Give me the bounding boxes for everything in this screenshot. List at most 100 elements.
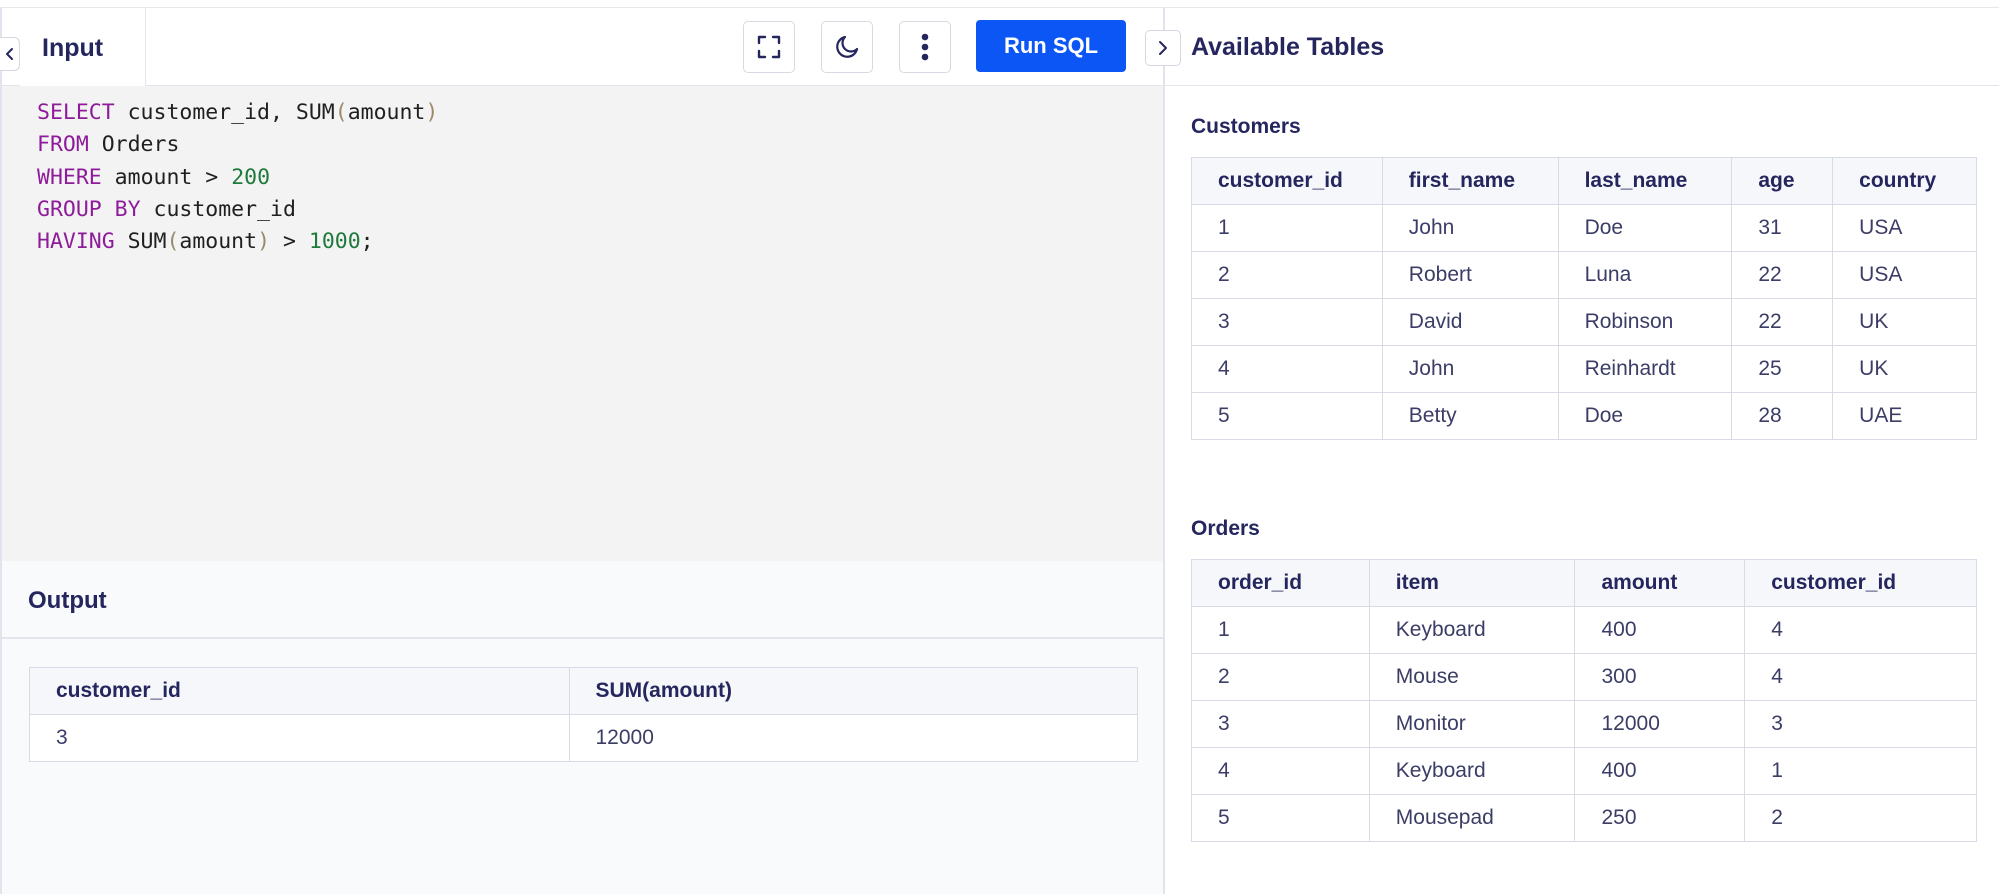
orders-cell: Keyboard [1368, 606, 1576, 654]
sql-token: amount [347, 100, 426, 125]
orders-cell: 4 [1744, 653, 1977, 701]
code-line: FROM Orders [37, 129, 1163, 161]
output-column-header: SUM(amount) [568, 667, 1138, 715]
sql-token: ( [166, 229, 180, 255]
customers-cell: UK [1832, 345, 1977, 393]
collapse-left-button[interactable] [0, 37, 20, 71]
dark-mode-button[interactable] [821, 21, 873, 73]
orders-column-header: order_id [1191, 559, 1370, 607]
customers-cell: John [1381, 204, 1559, 252]
output-title: Output [28, 587, 107, 614]
tables-title: Available Tables [1191, 33, 1385, 61]
sql-token: customer_id, SUM [114, 100, 335, 125]
sql-token: ; [360, 229, 374, 255]
chevron-left-icon [5, 48, 13, 60]
output-cell: 12000 [568, 714, 1138, 762]
fullscreen-icon [757, 35, 781, 59]
orders-cell: 4 [1191, 747, 1370, 795]
customers-cell: 2 [1191, 251, 1383, 299]
customers-header-row: customer_id first_name last_name age country [1191, 157, 1977, 205]
orders-row: 3 Monitor 12000 3 [1191, 700, 1977, 748]
run-sql-button[interactable]: Run SQL [976, 20, 1126, 72]
orders-table: order_id item amount customer_id 1 Keyboard 40… [1191, 559, 1977, 842]
customers-row: 2 Robert Luna 22 USA [1191, 251, 1977, 299]
orders-cell: 250 [1574, 794, 1746, 842]
customers-cell: Luna [1557, 251, 1733, 299]
tables-header: Available Tables [1145, 8, 1999, 86]
orders-row: 2 Mouse 300 4 [1191, 653, 1977, 701]
customers-column-header: age [1731, 157, 1834, 205]
output-table: customer_id SUM(amount) 3 12000 [29, 667, 1138, 762]
available-tables-pane: Available Tables Customers customer_id fi… [1145, 7, 1999, 894]
sql-token: SUM [114, 229, 167, 255]
customers-cell: 4 [1191, 345, 1383, 393]
output-column-header: customer_id [29, 667, 570, 715]
orders-cell: 3 [1191, 700, 1370, 748]
customers-table: customer_id first_name last_name age country… [1191, 157, 1977, 440]
orders-cell: 2 [1744, 794, 1977, 842]
orders-row: 1 Keyboard 400 4 [1191, 606, 1977, 654]
customers-column-header: customer_id [1191, 157, 1383, 205]
customers-cell: Robinson [1557, 298, 1733, 346]
customers-cell: 22 [1731, 298, 1834, 346]
sql-token: Orders [88, 132, 180, 158]
customers-cell: 1 [1191, 204, 1383, 252]
editor-toolbar: Input Run SQL [0, 8, 1163, 87]
sql-token: amount [179, 229, 258, 255]
orders-cell: 4 [1744, 606, 1977, 654]
output-header: Output [2, 561, 1163, 639]
orders-column-header: customer_id [1744, 559, 1977, 607]
sql-keyword: WHERE [37, 164, 102, 190]
orders-cell: 300 [1574, 653, 1746, 701]
sql-keyword: GROUP BY [37, 196, 141, 222]
sql-token: customer_id [140, 196, 296, 222]
tab-input-label: Input [42, 34, 104, 62]
orders-cell: 1 [1744, 747, 1977, 795]
customers-cell: David [1381, 298, 1559, 346]
code-line: HAVING SUM(amount) > 1000; [37, 226, 1163, 258]
sql-token: amount > [101, 164, 232, 190]
customers-cell: 5 [1191, 392, 1383, 440]
customers-cell: UK [1832, 298, 1977, 346]
more-options-button[interactable] [899, 21, 951, 73]
orders-column-header: amount [1574, 559, 1746, 607]
orders-cell: 12000 [1574, 700, 1746, 748]
orders-cell: 1 [1191, 606, 1370, 654]
sql-code-editor[interactable]: SELECT customer_id, SUM(amount) FROM Orde… [2, 86, 1163, 568]
sql-keyword: HAVING [37, 229, 115, 255]
chevron-right-icon [1159, 41, 1167, 55]
sql-token: > [270, 229, 309, 255]
customers-cell: 22 [1731, 251, 1834, 299]
orders-cell: 3 [1744, 700, 1977, 748]
customers-cell: USA [1832, 251, 1977, 299]
customers-row: 4 John Reinhardt 25 UK [1191, 345, 1977, 393]
customers-column-header: country [1832, 157, 1977, 205]
customers-column-header: first_name [1381, 157, 1559, 205]
customers-cell: Robert [1381, 251, 1559, 299]
customers-cell: UAE [1832, 392, 1977, 440]
code-line: GROUP BY customer_id [37, 194, 1163, 226]
collapse-right-button[interactable] [1145, 30, 1181, 66]
fullscreen-button[interactable] [743, 21, 795, 73]
sql-keyword: SELECT [37, 100, 115, 125]
orders-cell: Mousepad [1368, 794, 1576, 842]
customers-cell: 28 [1731, 392, 1834, 440]
moon-icon [836, 35, 859, 58]
orders-cell: 2 [1191, 653, 1370, 701]
sql-number: 200 [231, 164, 271, 190]
output-cell: 3 [29, 714, 570, 762]
orders-cell: 400 [1574, 747, 1746, 795]
orders-cell: 5 [1191, 794, 1370, 842]
tab-input[interactable]: Input [20, 8, 146, 87]
output-row: 3 12000 [29, 714, 1138, 762]
sql-number: 1000 [308, 229, 361, 255]
customers-cell: 31 [1731, 204, 1834, 252]
customers-caption: Customers [1191, 115, 1301, 138]
orders-row: 4 Keyboard 400 1 [1191, 747, 1977, 795]
customers-cell: USA [1832, 204, 1977, 252]
sql-token: ( [334, 100, 348, 125]
customers-cell: 3 [1191, 298, 1383, 346]
code-line: WHERE amount > 200 [37, 162, 1163, 194]
orders-column-header: item [1368, 559, 1576, 607]
editor-pane: Input Run SQL SELECT customer_id, SUM(am… [0, 7, 1163, 894]
